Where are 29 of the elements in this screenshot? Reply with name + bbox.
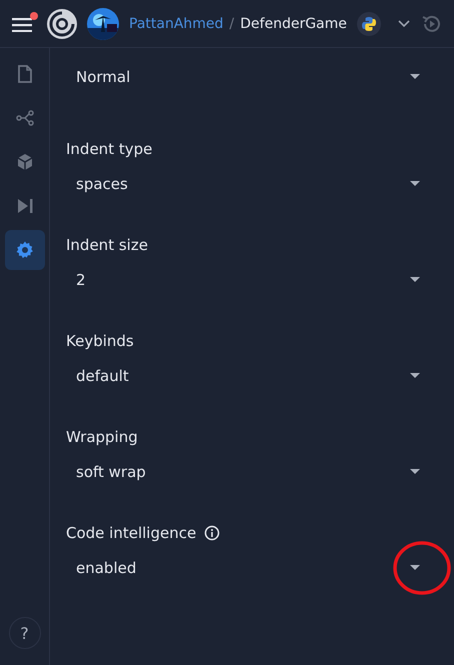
help-button[interactable]: ? [8,617,40,649]
repl-name: DefenderGame [240,16,347,32]
dropdown[interactable]: default [66,356,438,396]
python-icon [360,16,377,32]
settings-icon [14,240,34,260]
info-icon[interactable] [204,525,220,541]
caret-icon [410,469,420,475]
setting-label: Indent size [66,236,148,254]
dropdown[interactable]: 2 [66,260,438,300]
caret-icon [410,181,420,187]
setting-label: Keybinds [66,332,134,350]
caret-icon [410,74,420,80]
owner-link[interactable]: PattanAhmed [129,16,224,32]
setting-label: Code intelligence [66,524,196,542]
dropdown[interactable]: enabled [66,548,438,588]
dropdown[interactable]: Normal [66,57,438,97]
sidebar-tab[interactable] [4,230,44,270]
caret-icon [410,565,420,571]
setting-label: Wrapping [66,428,138,446]
path-separator: / [229,16,234,32]
chevron-down-icon[interactable] [396,18,411,28]
share-icon [14,108,34,128]
logo-icon[interactable] [46,8,78,40]
caret-icon [410,373,420,379]
dropdown[interactable]: spaces [66,164,438,204]
dropdown[interactable]: soft wrap [66,452,438,492]
setting-label: Indent type [66,140,152,158]
caret-icon [410,277,420,283]
menu-icon [12,16,34,32]
